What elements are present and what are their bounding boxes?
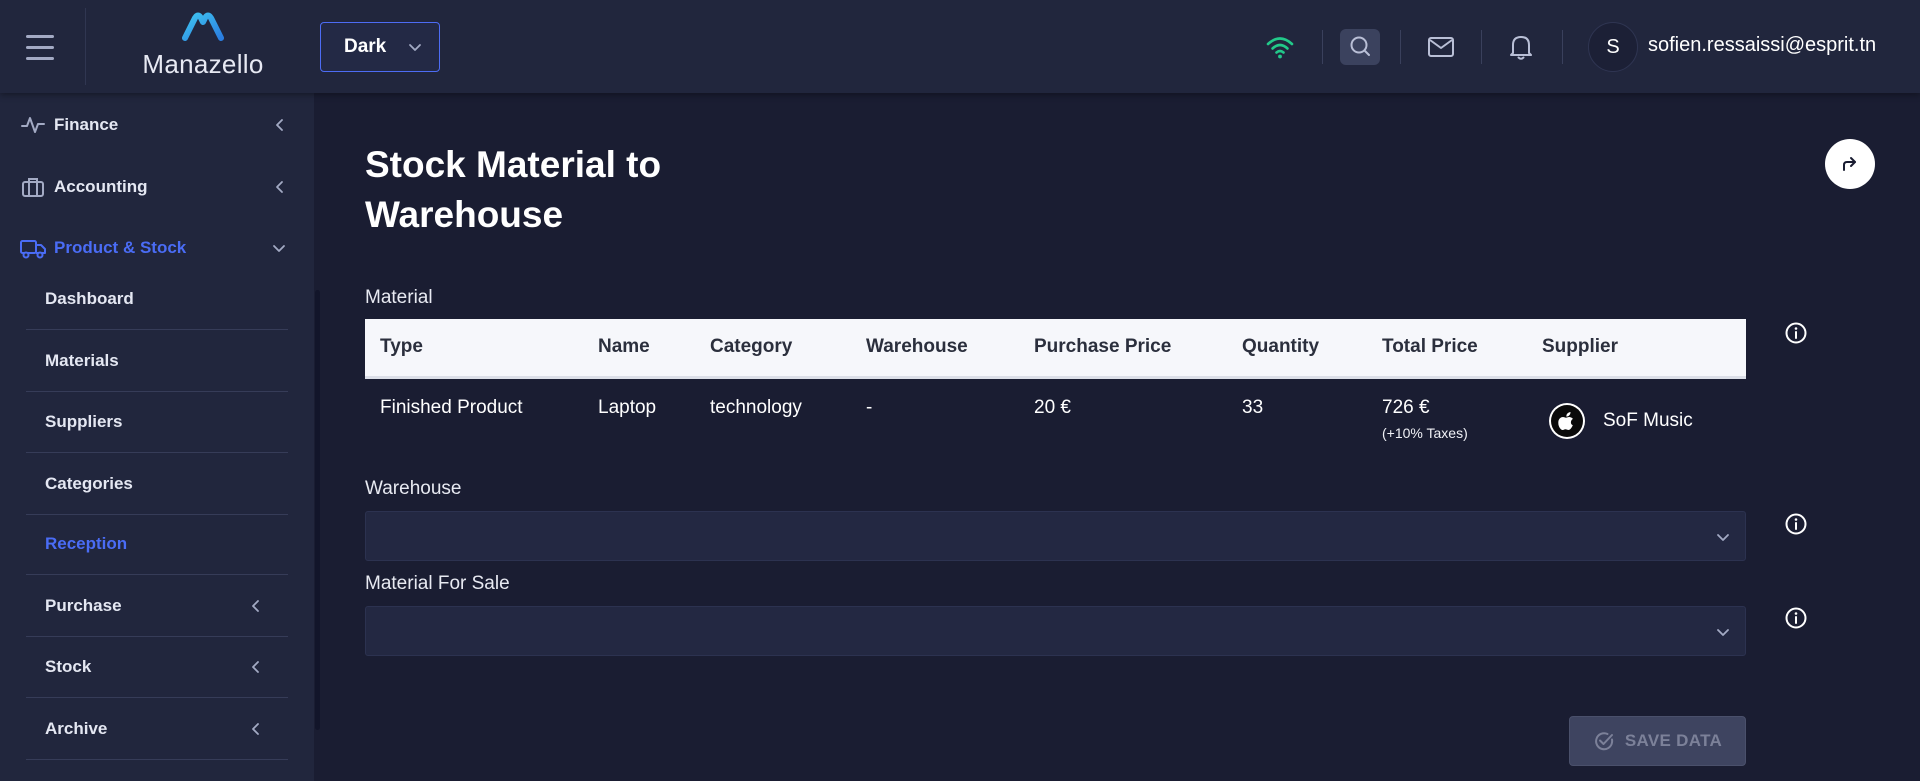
theme-select-value: Dark: [344, 36, 387, 57]
menu-icon[interactable]: [26, 32, 58, 60]
supplier-name: SoF Music: [1603, 409, 1693, 431]
info-icon[interactable]: [1784, 606, 1808, 630]
logo-text: Manazello: [142, 49, 264, 79]
column-header: Name: [583, 319, 695, 379]
cell-category: technology: [710, 396, 802, 418]
material-for-sale-label: Material For Sale: [365, 573, 510, 594]
column-header: Quantity: [1227, 319, 1367, 379]
sidebar-subitem-archive[interactable]: Archive: [26, 699, 288, 760]
cell-type: Finished Product: [380, 396, 523, 418]
bell-icon[interactable]: [1501, 29, 1541, 65]
sidebar-subitem-categories[interactable]: Categories: [26, 454, 288, 515]
warehouse-select[interactable]: [365, 511, 1746, 561]
sidebar-subitem-stock[interactable]: Stock: [26, 637, 288, 698]
chevron-left-icon: [276, 181, 283, 193]
sidebar-item-label: Accounting: [54, 177, 148, 196]
sidebar-subitem-dashboard[interactable]: Dashboard: [26, 269, 288, 330]
chevron-down-icon: [1717, 629, 1729, 636]
page-title: Stock Material to Warehouse: [365, 144, 662, 235]
column-header: Supplier: [1527, 319, 1746, 379]
check-circle-icon: [1595, 732, 1614, 751]
sidebar-subitem-label: Reception: [45, 534, 128, 553]
cell-quantity: 33: [1242, 396, 1264, 418]
sidebar-scrollbar[interactable]: [315, 290, 320, 730]
sidebar-item-label: Product & Stock: [54, 238, 187, 257]
top-bar: Manazello Dark S sofien.ressaissi@esprit…: [0, 0, 1920, 93]
sidebar-subitem-label: Archive: [45, 719, 108, 738]
chevron-left-icon: [252, 600, 259, 612]
cell-total-price: 726 € (+10% Taxes): [1367, 377, 1527, 463]
cell-supplier: SoF Music: [1527, 377, 1746, 463]
column-header: Type: [365, 319, 583, 379]
divider: [1481, 30, 1482, 64]
wifi-icon[interactable]: [1260, 29, 1300, 65]
material-label: Material: [365, 287, 433, 308]
total-price-value: 726 €: [1382, 396, 1430, 418]
sidebar-subitem-materials[interactable]: Materials: [26, 331, 288, 392]
sidebar-subitem-label: Suppliers: [45, 412, 123, 431]
truck-icon: [20, 235, 46, 261]
column-header: Warehouse: [851, 319, 1019, 379]
warehouse-label: Warehouse: [365, 478, 462, 499]
sidebar: Finance Accounting Product & Stock Dashb…: [0, 93, 314, 781]
divider: [1322, 30, 1323, 64]
cell-warehouse: -: [866, 396, 873, 418]
logo-mark-icon: [182, 12, 224, 41]
sidebar-subitem-label: Materials: [45, 351, 119, 370]
chevron-down-icon: [1717, 534, 1729, 541]
column-header: Category: [695, 319, 851, 379]
sidebar-item-finance[interactable]: Finance: [0, 95, 314, 155]
share-arrow-icon: [1843, 157, 1856, 171]
briefcase-icon: [20, 174, 46, 200]
search-icon[interactable]: [1340, 29, 1380, 65]
sidebar-subitem-purchase[interactable]: Purchase: [26, 576, 288, 637]
apple-icon: [1558, 411, 1573, 430]
supplier-logo: [1549, 402, 1585, 439]
info-icon[interactable]: [1784, 321, 1808, 345]
sidebar-subitem-label: Stock: [45, 657, 92, 676]
save-data-label: SAVE DATA: [1624, 731, 1723, 750]
sidebar-item-accounting[interactable]: Accounting: [0, 157, 314, 217]
sidebar-subitem-suppliers[interactable]: Suppliers: [26, 392, 288, 453]
chevron-down-icon: [409, 44, 421, 51]
material-table: Type Name Category Warehouse Purchase Pr…: [365, 319, 1746, 463]
exit-button[interactable]: [1825, 139, 1875, 189]
sidebar-subitem-label: Categories: [45, 474, 133, 493]
sidebar-subitem-reception[interactable]: Reception: [26, 514, 288, 575]
cell-name: Laptop: [598, 396, 657, 418]
sidebar-item-label: Finance: [54, 115, 119, 134]
user-email[interactable]: sofien.ressaissi@esprit.tn: [1648, 34, 1876, 57]
chevron-down-icon: [273, 245, 285, 252]
divider: [1562, 30, 1563, 64]
save-data-button[interactable]: SAVE DATA: [1569, 716, 1746, 766]
activity-icon: [20, 112, 46, 138]
table-header-row: Type Name Category Warehouse Purchase Pr…: [365, 319, 1746, 379]
taxes-note: (+10% Taxes): [1382, 424, 1468, 441]
column-header: Total Price: [1367, 319, 1527, 379]
cell-purchase-price: 20 €: [1034, 396, 1071, 418]
column-header: Purchase Price: [1019, 319, 1227, 379]
divider: [1400, 30, 1401, 64]
sidebar-subitem-label: Dashboard: [45, 289, 134, 308]
sidebar-subitem-label: Purchase: [45, 596, 122, 615]
avatar[interactable]: S: [1588, 22, 1638, 72]
chevron-left-icon: [252, 661, 259, 673]
mail-icon[interactable]: [1421, 29, 1461, 65]
divider: [85, 8, 86, 85]
chevron-left-icon: [276, 119, 283, 131]
table-row: Finished Product Laptop technology - 20 …: [365, 377, 1746, 463]
info-icon[interactable]: [1784, 512, 1808, 536]
avatar-initial: S: [1606, 35, 1620, 58]
theme-select[interactable]: Dark: [320, 22, 440, 72]
material-for-sale-select[interactable]: [365, 606, 1746, 656]
app-logo[interactable]: Manazello: [138, 12, 268, 80]
chevron-left-icon: [252, 723, 259, 735]
